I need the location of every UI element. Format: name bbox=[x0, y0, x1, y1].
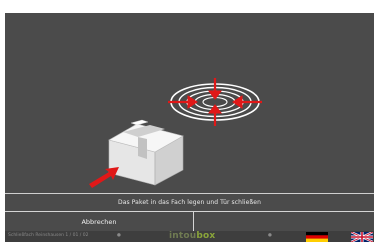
location-text: Schließfach Reinshausen 1 / 01 / 02 bbox=[8, 233, 89, 238]
footer-bar: Schließfach Reinshausen 1 / 01 / 02 ● in… bbox=[5, 231, 374, 242]
brand-logo: intoubox bbox=[169, 231, 215, 241]
uk-flag-icon[interactable] bbox=[351, 232, 373, 242]
insert-arrow-icon bbox=[89, 167, 119, 188]
brand-suffix: box bbox=[196, 231, 216, 241]
instruction-text: Das Paket in das Fach legen und Tür schl… bbox=[5, 193, 374, 211]
footer-marker-right: ● bbox=[268, 233, 272, 238]
cancel-button[interactable]: Abbrechen bbox=[5, 212, 194, 231]
illustration bbox=[89, 78, 262, 188]
target-arrows-icon bbox=[168, 78, 262, 126]
footer-marker-left: ● bbox=[117, 233, 121, 238]
parcel-box-icon bbox=[108, 119, 184, 186]
german-flag-icon[interactable] bbox=[306, 232, 328, 242]
brand-prefix: intou bbox=[169, 231, 197, 241]
kiosk-screen: Das Paket in das Fach legen und Tür schl… bbox=[5, 13, 374, 242]
button-row: Abbrechen bbox=[5, 211, 374, 231]
